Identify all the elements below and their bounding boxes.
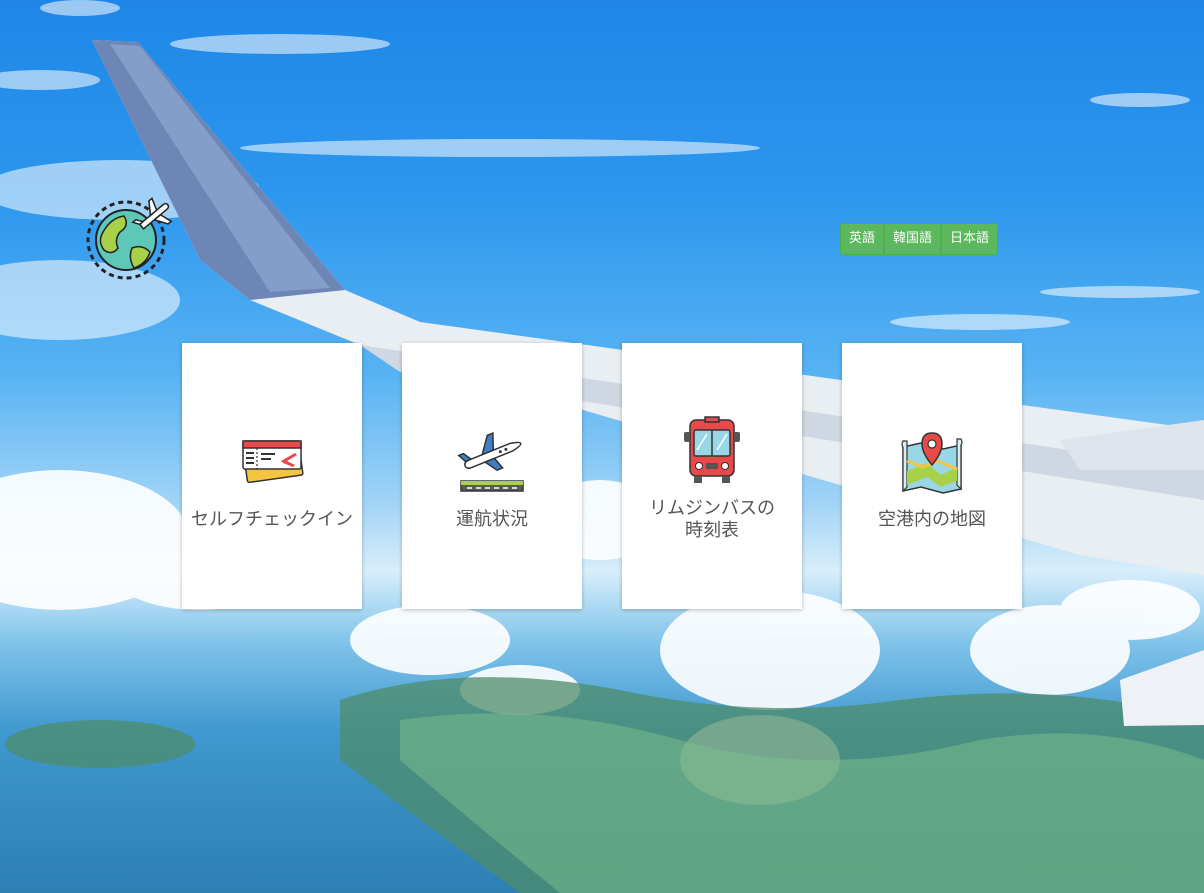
language-japanese-button[interactable]: 日本語 xyxy=(941,223,999,255)
airport-map-label: 空港内の地図 xyxy=(878,509,986,530)
flight-status-label: 運航状況 xyxy=(456,509,528,530)
menu-cards: セルフチェックイン 運航状況 リムジンバスの 時刻表 空港内の地図 xyxy=(182,343,1022,609)
self-checkin-card[interactable]: セルフチェックイン xyxy=(182,343,362,609)
flight-status-card[interactable]: 運航状況 xyxy=(402,343,582,609)
airport-map-card[interactable]: 空港内の地図 xyxy=(842,343,1022,609)
limousine-bus-timetable-card[interactable]: リムジンバスの 時刻表 xyxy=(622,343,802,609)
bus-icon xyxy=(684,416,740,483)
language-switcher: 英語 韓国語 日本語 xyxy=(840,223,999,255)
airplane-takeoff-icon xyxy=(457,431,524,492)
globe-airplane-logo-icon xyxy=(84,196,174,286)
ticket-icon xyxy=(242,440,304,484)
language-korean-button[interactable]: 韓国語 xyxy=(884,223,942,255)
self-checkin-label: セルフチェックイン xyxy=(191,509,353,530)
limousine-bus-timetable-label: リムジンバスの 時刻表 xyxy=(649,498,775,541)
map-pin-icon xyxy=(901,432,963,494)
language-english-button[interactable]: 英語 xyxy=(840,223,885,255)
